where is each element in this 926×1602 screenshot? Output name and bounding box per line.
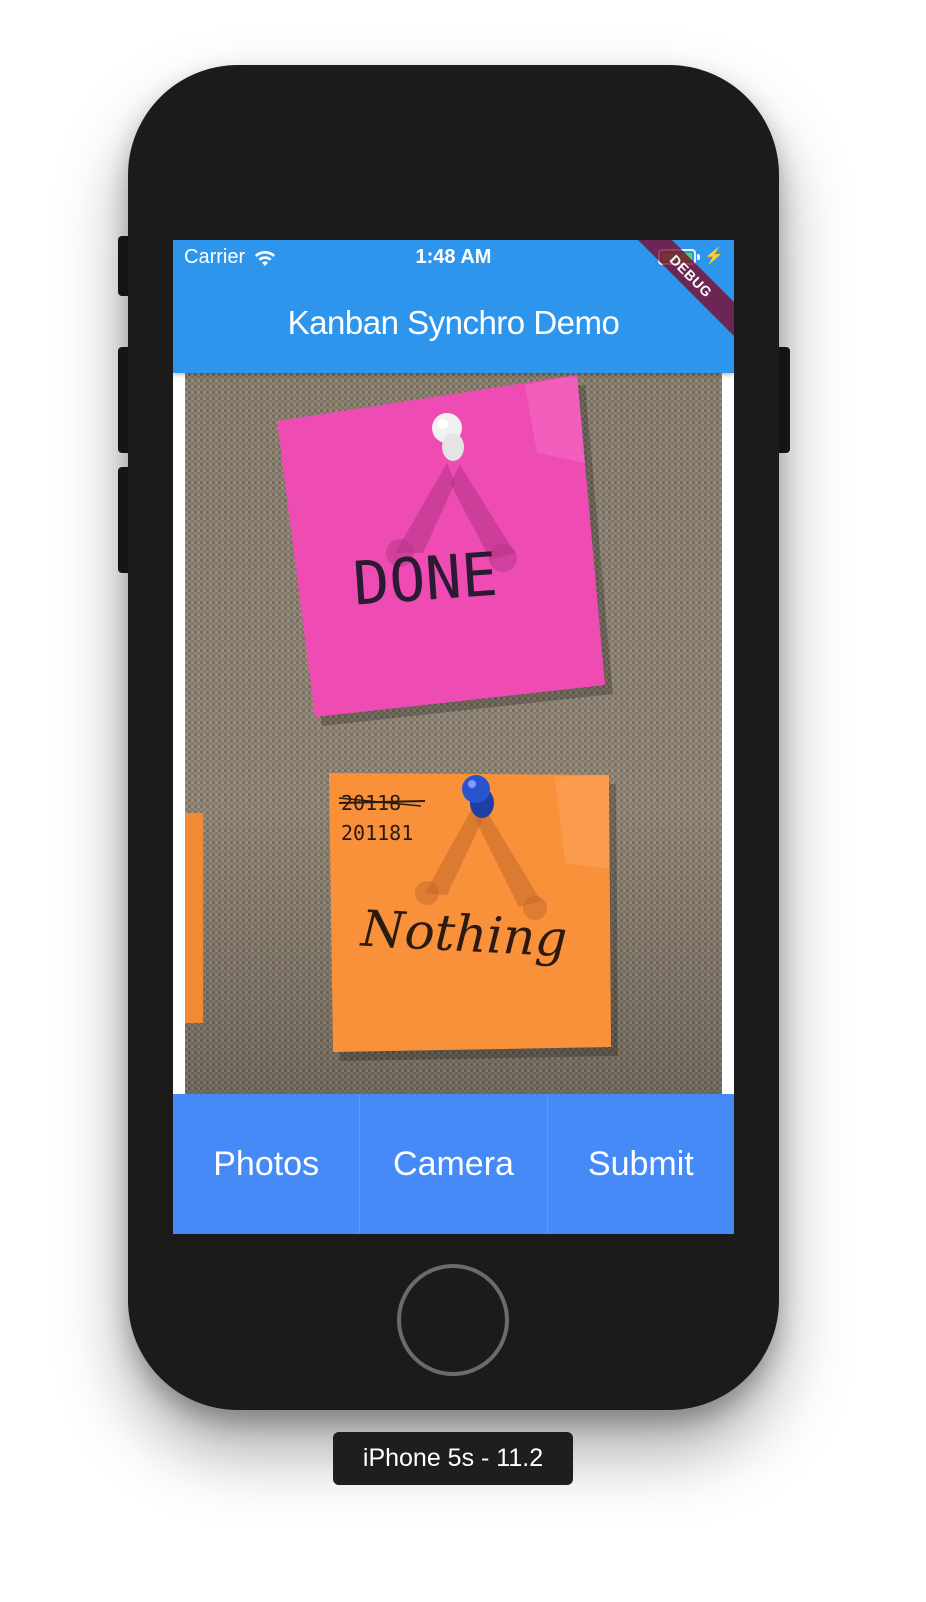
kanban-photo: DONE 20118 201181 Nothing: [185, 373, 722, 1094]
photos-button[interactable]: Photos: [173, 1094, 361, 1234]
home-button[interactable]: [397, 1264, 509, 1376]
camera-button[interactable]: Camera: [360, 1094, 548, 1234]
note-nothing-text: Nothing: [359, 900, 569, 969]
app-bar: Carrier 1:48 AM ⚡ Kanban Synchro Demo: [173, 240, 734, 373]
action-button-bar: Photos Camera Submit: [173, 1094, 734, 1234]
submit-button[interactable]: Submit: [548, 1094, 734, 1234]
sticky-note-nothing: 20118 201181 Nothing: [329, 773, 618, 1061]
battery-tip: [697, 254, 701, 260]
charging-bolt-icon: ⚡: [704, 248, 724, 265]
sticky-note-done: DONE: [277, 375, 613, 726]
phone-screen: Carrier 1:48 AM ⚡ Kanban Synchro Demo DE…: [173, 240, 734, 1234]
note-done-text: DONE: [351, 540, 500, 620]
device-label: iPhone 5s - 11.2: [333, 1432, 573, 1485]
page-title: Kanban Synchro Demo: [287, 304, 620, 341]
simulator-stage: Carrier 1:48 AM ⚡ Kanban Synchro Demo DE…: [0, 0, 926, 1602]
partial-sticky-note: [185, 813, 203, 1023]
note-scribble-2: 201181: [341, 821, 413, 845]
kanban-photo-image: DONE 20118 201181 Nothing: [185, 373, 722, 1094]
